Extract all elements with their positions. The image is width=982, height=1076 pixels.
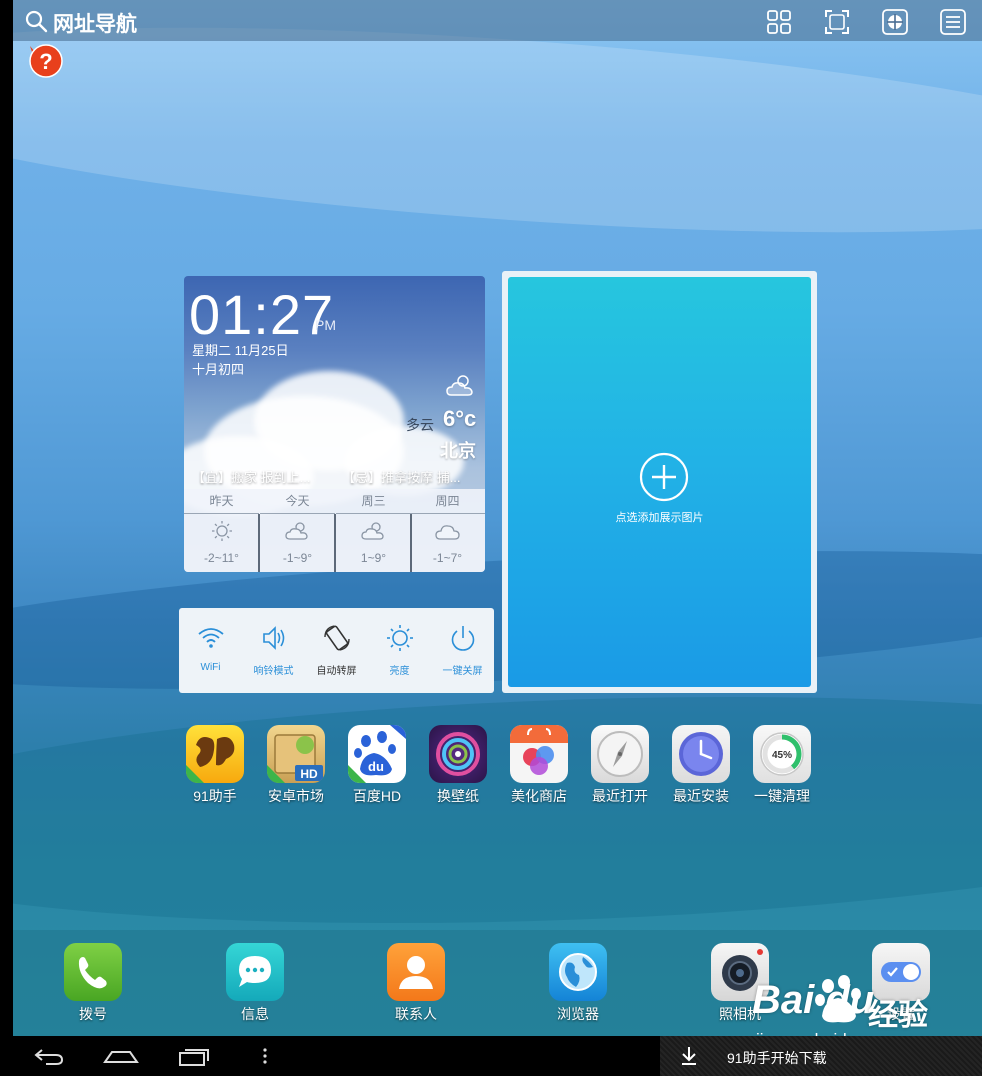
forecast-day: 昨天 -2~11° xyxy=(184,489,259,572)
svg-text:45%: 45% xyxy=(772,750,792,761)
app-android-market[interactable]: HD 安卓市场 xyxy=(256,725,336,815)
phone-icon xyxy=(64,943,122,1001)
clock-date: 星期二 11月25日 xyxy=(192,343,289,358)
app-one-key-clean[interactable]: 45% 一键清理 xyxy=(742,725,822,815)
recent-apps-icon[interactable] xyxy=(177,1044,211,1068)
screenshot-icon[interactable] xyxy=(824,9,850,35)
search-icon[interactable] xyxy=(24,9,48,33)
menu-list-icon[interactable] xyxy=(940,9,966,35)
app-theme-store[interactable]: 美化商店 xyxy=(499,725,579,815)
sunny-icon xyxy=(212,521,232,541)
toggle-screen-off[interactable]: 一键关屏 xyxy=(431,608,494,693)
cleaner-icon: 45% xyxy=(753,725,811,783)
weather-condition: 多云 xyxy=(406,417,434,433)
almanac-bad: 【忌】推拿按摩 捕... xyxy=(342,470,461,485)
grid-icon[interactable] xyxy=(766,9,792,35)
back-icon[interactable] xyxy=(32,1044,66,1068)
help-icon[interactable]: ? xyxy=(26,42,66,78)
app-recently-installed[interactable]: 最近安装 xyxy=(661,725,741,815)
app-change-wallpaper[interactable]: 换壁纸 xyxy=(418,725,498,815)
partly-cloudy-icon xyxy=(446,375,473,396)
home-screen xyxy=(13,0,982,1036)
partly-cloudy-icon xyxy=(361,522,384,540)
weather-clock-widget[interactable]: 01:27 PM 星期二 11月25日 十月初四 多云 6°c 北京 【宜】搬家… xyxy=(184,276,485,572)
toggle-auto-rotate[interactable]: 自动转屏 xyxy=(305,608,368,693)
message-icon xyxy=(226,943,284,1001)
dock-contacts[interactable]: 联系人 xyxy=(371,930,461,1022)
clock-time: 01:27 xyxy=(189,283,335,346)
top-bar: 网址导航 xyxy=(13,0,982,41)
app-wallpaper-icon xyxy=(429,725,487,783)
almanac-good: 【宜】搬家 报到上... xyxy=(192,470,311,485)
watermark-jingyan: 经验 xyxy=(868,999,928,1032)
dock-browser[interactable]: 浏览器 xyxy=(533,930,623,1022)
add-photo-label: 点选添加展示图片 xyxy=(615,512,704,524)
download-notification[interactable]: 91助手开始下载 xyxy=(660,1036,982,1076)
almanac-tips: 【宜】搬家 报到上... 【忌】推拿按摩 捕... xyxy=(192,467,485,486)
notification-text: 91助手开始下载 xyxy=(727,1050,827,1066)
app-recently-opened[interactable]: 最近打开 xyxy=(580,725,660,815)
clock-icon xyxy=(672,725,730,783)
app-91-assistant[interactable]: 91助手 xyxy=(175,725,255,815)
wifi-icon xyxy=(198,628,224,648)
toggle-brightness[interactable]: 亮度 xyxy=(368,608,431,693)
forecast-day: 周三 1~9° xyxy=(336,489,411,572)
quick-toggles-widget: WiFi 响铃模式 自动转屏 亮度 一键关屏 xyxy=(179,608,494,693)
toggle-ringer[interactable]: 响铃模式 xyxy=(242,608,305,693)
power-icon xyxy=(451,626,475,651)
app-baidu-hd-icon: du xyxy=(348,725,406,783)
photo-frame-widget[interactable]: 点选添加展示图片 xyxy=(502,271,817,693)
forecast-day: 周四 -1~7° xyxy=(410,489,485,572)
theme-icon[interactable] xyxy=(882,9,908,35)
cloudy-icon xyxy=(435,525,460,540)
volume-icon xyxy=(263,626,285,650)
forecast-strip: 昨天 -2~11° 今天 -1~9° 周三 1~9° 周四 -1~7° xyxy=(184,489,485,572)
svg-text:HD: HD xyxy=(300,767,318,781)
overflow-menu-icon[interactable] xyxy=(260,1044,270,1068)
app-android-market-icon: HD xyxy=(267,725,325,783)
lunar-date: 十月初四 xyxy=(192,362,245,377)
svg-text:?: ? xyxy=(39,49,52,74)
rotate-icon xyxy=(324,625,350,651)
app-baidu-hd[interactable]: du 百度HD xyxy=(337,725,417,815)
url-navigation-title[interactable]: 网址导航 xyxy=(53,8,137,38)
weather-city: 北京 xyxy=(440,441,476,461)
download-icon xyxy=(682,1047,696,1065)
clock-ampm: PM xyxy=(315,317,336,333)
app-theme-store-icon xyxy=(510,725,568,783)
weather-temperature: 6°c xyxy=(443,406,477,431)
contacts-icon xyxy=(387,943,445,1001)
add-photo-icon[interactable] xyxy=(639,452,689,502)
toggle-wifi[interactable]: WiFi xyxy=(179,608,242,693)
system-navigation-bar: 91助手开始下载 xyxy=(0,1036,982,1076)
dock-messages[interactable]: 信息 xyxy=(210,930,300,1022)
baidu-paw-icon xyxy=(815,975,861,1023)
app-91-icon xyxy=(186,725,244,783)
forecast-day: 今天 -1~9° xyxy=(260,489,335,572)
compass-icon xyxy=(591,725,649,783)
globe-icon xyxy=(549,943,607,1001)
svg-text:du: du xyxy=(368,759,384,774)
dock-phone[interactable]: 拨号 xyxy=(48,930,138,1022)
partly-cloudy-icon xyxy=(285,522,308,540)
brightness-icon xyxy=(387,625,413,651)
home-icon[interactable] xyxy=(102,1044,140,1068)
